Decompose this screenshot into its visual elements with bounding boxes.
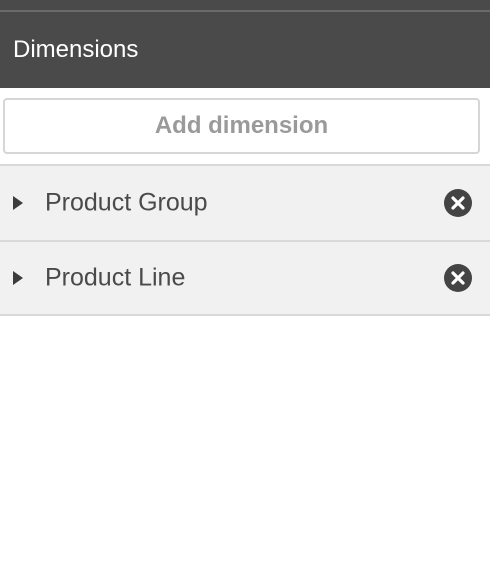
remove-circle-x-icon[interactable]: [444, 189, 472, 217]
section-header-dimensions[interactable]: Dimensions: [0, 12, 490, 88]
expand-triangle-icon[interactable]: [13, 271, 23, 285]
add-dimension-button[interactable]: Add dimension: [3, 98, 480, 154]
previous-section-divider: [0, 0, 490, 12]
dimension-label: Product Group: [45, 188, 208, 217]
dimension-label: Product Line: [45, 263, 186, 292]
add-dimension-label: Add dimension: [154, 112, 329, 139]
dimension-list: Product Group Product Line: [0, 164, 490, 316]
expand-triangle-icon[interactable]: [13, 196, 23, 210]
section-title: Dimensions: [13, 36, 139, 63]
dimension-item-product-line[interactable]: Product Line: [0, 240, 490, 316]
dimension-item-product-group[interactable]: Product Group: [0, 164, 490, 240]
dimensions-panel: Dimensions Add dimension Product Group P…: [0, 0, 490, 580]
remove-circle-x-icon[interactable]: [444, 264, 472, 292]
